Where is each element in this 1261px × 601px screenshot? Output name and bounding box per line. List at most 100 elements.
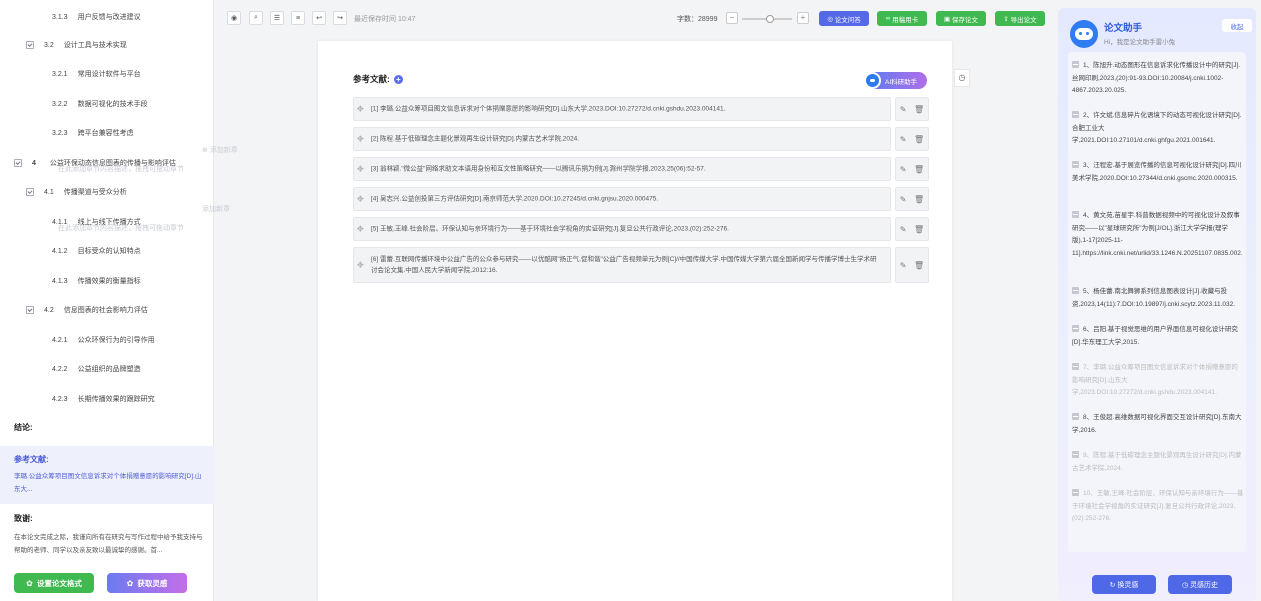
edit-icon[interactable]: ✎	[900, 195, 907, 204]
outline-item[interactable]: 4.2.2 公益组织的品牌塑造	[0, 360, 214, 378]
outline-item[interactable]: 3.2.2 数据可视化的技术手段	[0, 95, 214, 113]
eye-icon[interactable]: ◉	[227, 11, 241, 25]
reference-row[interactable]: ✥ [3] 翁林颖."微公益"网络求助文本语用身份和互文性策略研究——以腾讯乐捐为…	[353, 157, 891, 181]
refresh-inspiration-button[interactable]: ↻ 换灵感	[1092, 575, 1156, 594]
outline-item[interactable]: 4.1 传播渠道与受众分析	[0, 183, 214, 201]
drag-handle-icon[interactable]: ✥	[357, 261, 364, 270]
zoom-slider-handle[interactable]	[766, 15, 774, 23]
acknowledgement-preview: 在本论文完成之际，我谨向所有在研究与写作过程中给予我支持与帮助的老师、同学以及亲…	[14, 534, 203, 554]
card-button[interactable]: ∞ 用稿用卡	[877, 11, 927, 26]
edit-icon[interactable]: ✎	[900, 225, 907, 234]
history-icon[interactable]: ◷	[954, 69, 970, 87]
trash-icon[interactable]: 🗑	[914, 105, 924, 114]
add-reference-icon[interactable]	[1072, 211, 1079, 218]
paper-qa-button[interactable]: ◎ 论文问答	[819, 11, 869, 26]
suggestion-item[interactable]: 8、王俊超.高维数据可视化界面交互设计研究[D].东南大学,2016.	[1072, 412, 1244, 437]
reference-actions: ✎ 🗑	[895, 187, 929, 211]
paper-assistant-panel: 论文助手 Hi，我是论文助手雷小兔 收起 1、陈旭升.动态图形在信息诉求化传播设…	[1058, 8, 1256, 601]
zoom-in-button[interactable]: +	[797, 12, 809, 24]
ghost-add-chapter: 添加新章	[202, 206, 230, 213]
trash-icon[interactable]: 🗑	[914, 195, 924, 204]
doc-references-heading: 参考文献: +	[353, 73, 403, 85]
checkbox-icon[interactable]	[26, 41, 34, 49]
outline-item[interactable]: 4.1.2 目标受众的认知特点	[0, 242, 214, 260]
trash-icon[interactable]: 🗑	[914, 261, 924, 270]
drag-handle-icon[interactable]: ✥	[357, 135, 364, 144]
save-paper-button[interactable]: ▣ 保存论文	[936, 11, 986, 26]
outline-item[interactable]: 4.2 信息图表的社会影响力评估	[0, 301, 214, 319]
add-reference-icon[interactable]	[1072, 111, 1079, 118]
suggestion-item[interactable]: 9、陈程.基于低碳理念主题化景观再生设计研究[D].内蒙古艺术学院,2024.	[1072, 450, 1244, 475]
search-icon[interactable]: ⌕	[249, 11, 263, 25]
add-reference-icon[interactable]	[1072, 363, 1079, 370]
list-icon[interactable]: ≡	[291, 11, 305, 25]
reference-row[interactable]: ✥ [5] 王敏,王峰.社会阶层、环保认知与亲环境行为——基于环境社会学视角的实证…	[353, 217, 891, 241]
add-reference-icon[interactable]	[1072, 413, 1079, 420]
edit-icon[interactable]: ✎	[900, 165, 907, 174]
outline-item[interactable]: 3.2.1 常用设计软件与平台	[0, 65, 214, 83]
trash-icon[interactable]: 🗑	[914, 135, 924, 144]
drag-handle-icon[interactable]: ✥	[357, 225, 364, 234]
robot-icon	[864, 72, 881, 89]
conclusion-title[interactable]: 结论:	[14, 422, 33, 433]
suggestion-item[interactable]: 10、王敏,王峰.社会阶层、环保认知与亲环境行为——基于环境社会学视角的实证研究…	[1072, 488, 1244, 526]
suggestion-item[interactable]: 6、吕阳.基于视觉思维的用户界面信息可视化设计研究[D].华东理工大学,2015…	[1072, 324, 1244, 349]
outline-item[interactable]: 4.1.3 传播效果的衡量指标	[0, 272, 214, 290]
reference-row[interactable]: ✥ [2] 陈程.基于低碳理念主题化景观再生设计研究[D].内蒙古艺术学院,202…	[353, 127, 891, 151]
get-inspiration-button[interactable]: ✿ 获取灵感	[107, 573, 187, 593]
checkbox-icon[interactable]	[26, 306, 34, 314]
assistant-subtitle: Hi，我是论文助手雷小兔	[1104, 39, 1176, 46]
reference-actions: ✎ 🗑	[895, 217, 929, 241]
add-reference-icon[interactable]	[1072, 61, 1079, 68]
add-reference-icon[interactable]	[1072, 287, 1079, 294]
edit-icon[interactable]: ✎	[900, 105, 907, 114]
export-paper-button[interactable]: ⇪ 导出论文	[995, 11, 1045, 26]
suggestion-item[interactable]: 3、汪程宏.基于展览传播的信息可视化设计研究[D].四川美术学院,2020.DO…	[1072, 160, 1244, 185]
ghost-hint: 在此添加章节内容描述，拖拽可拖动章节	[58, 225, 184, 232]
zoom-slider[interactable]	[742, 15, 792, 23]
trash-icon[interactable]: 🗑	[914, 225, 924, 234]
references-section[interactable]: 参考文献: 李璐.公益众筹项目图文信息诉求对个体捐赠意愿的影响研究[D].山东大…	[0, 446, 214, 504]
suggestion-item[interactable]: 4、黄文苑,苗星宇.科普数据视频中的可视化设计及叙事研究——以"星球研究所"为例…	[1072, 210, 1244, 260]
undo-icon[interactable]: ↩	[312, 11, 326, 25]
outline-item[interactable]: 3.2 设计工具与技术实现	[0, 36, 214, 54]
inspiration-history-button[interactable]: ◷ 灵感历史	[1168, 575, 1232, 594]
zoom-out-button[interactable]: −	[726, 12, 738, 24]
add-reference-icon[interactable]	[1072, 325, 1079, 332]
drag-handle-icon[interactable]: ✥	[357, 195, 364, 204]
ai-assistant-button[interactable]: AI科研助手	[864, 72, 927, 89]
checkbox-icon[interactable]	[26, 188, 34, 196]
set-format-button[interactable]: ✿ 设置论文格式	[14, 573, 94, 593]
reference-actions: ✎ 🗑	[895, 127, 929, 151]
checkbox-icon[interactable]	[14, 159, 22, 167]
trash-icon[interactable]: 🗑	[914, 165, 924, 174]
autosave-time: 最近保存时间 10:47	[354, 16, 416, 23]
outline-item[interactable]: 3.2.3 跨平台兼容性考虑	[0, 124, 214, 142]
collapse-button[interactable]: 收起	[1222, 19, 1252, 32]
reference-actions: ✎ 🗑	[895, 247, 929, 283]
left-sidebar: 3.1.3 用户反馈与改进建议 3.2 设计工具与技术实现 3.2.1 常用设计软件与…	[0, 0, 238, 601]
reference-row[interactable]: ✥ [4] 吴志兴.公益创投第三方评估研究[D].南京师范大学,2020.DOI:…	[353, 187, 891, 211]
add-reference-icon[interactable]	[1072, 161, 1079, 168]
add-icon[interactable]: +	[393, 74, 403, 84]
drag-handle-icon[interactable]: ✥	[357, 165, 364, 174]
suggestion-item[interactable]: 5、杨佳蕾.南北舞狮系列信息图表设计[J].收藏与投资,2023,14(11):…	[1072, 286, 1244, 311]
suggestion-item[interactable]: 7、李璐.公益众筹项目图文信息诉求对个体捐赠意愿的影响研究[D].山东大学,20…	[1072, 362, 1244, 400]
outline-item[interactable]: 4.2.3 长期传播效果的跟踪研究	[0, 390, 214, 408]
edit-icon[interactable]: ✎	[900, 135, 907, 144]
suggestion-item[interactable]: 1、陈旭升.动态图形在信息诉求化传播设计中的研究[J].丝网印刷,2023,(2…	[1072, 60, 1244, 98]
drag-handle-icon[interactable]: ✥	[357, 105, 364, 114]
align-icon[interactable]: ☰	[270, 11, 284, 25]
add-reference-icon[interactable]	[1072, 451, 1079, 458]
suggestion-item[interactable]: 2、许文斌.信息碎片化语境下的动态可视化设计研究[D].合肥工业大学,2021.…	[1072, 110, 1244, 148]
assistant-title: 论文助手	[1104, 23, 1143, 34]
add-reference-icon[interactable]	[1072, 489, 1079, 496]
outline-item[interactable]: 4.2.1 公众环保行为的引导作用	[0, 331, 214, 349]
redo-icon[interactable]: ↪	[333, 11, 347, 25]
edit-icon[interactable]: ✎	[900, 261, 907, 270]
outline-item[interactable]: 3.1.3 用户反馈与改进建议	[0, 8, 214, 26]
reference-row[interactable]: ✥ [6] 雷蕾.互联网传播环境中公益广告的公众参与研究——以优酷网"扬正气,促和…	[353, 247, 891, 283]
reference-row[interactable]: ✥ [1] 李璐.公益众筹项目图文信息诉求对个体捐赠意愿的影响研究[D].山东大学…	[353, 97, 891, 121]
reference-actions: ✎ 🗑	[895, 157, 929, 181]
save-icon: ▣	[944, 15, 952, 23]
